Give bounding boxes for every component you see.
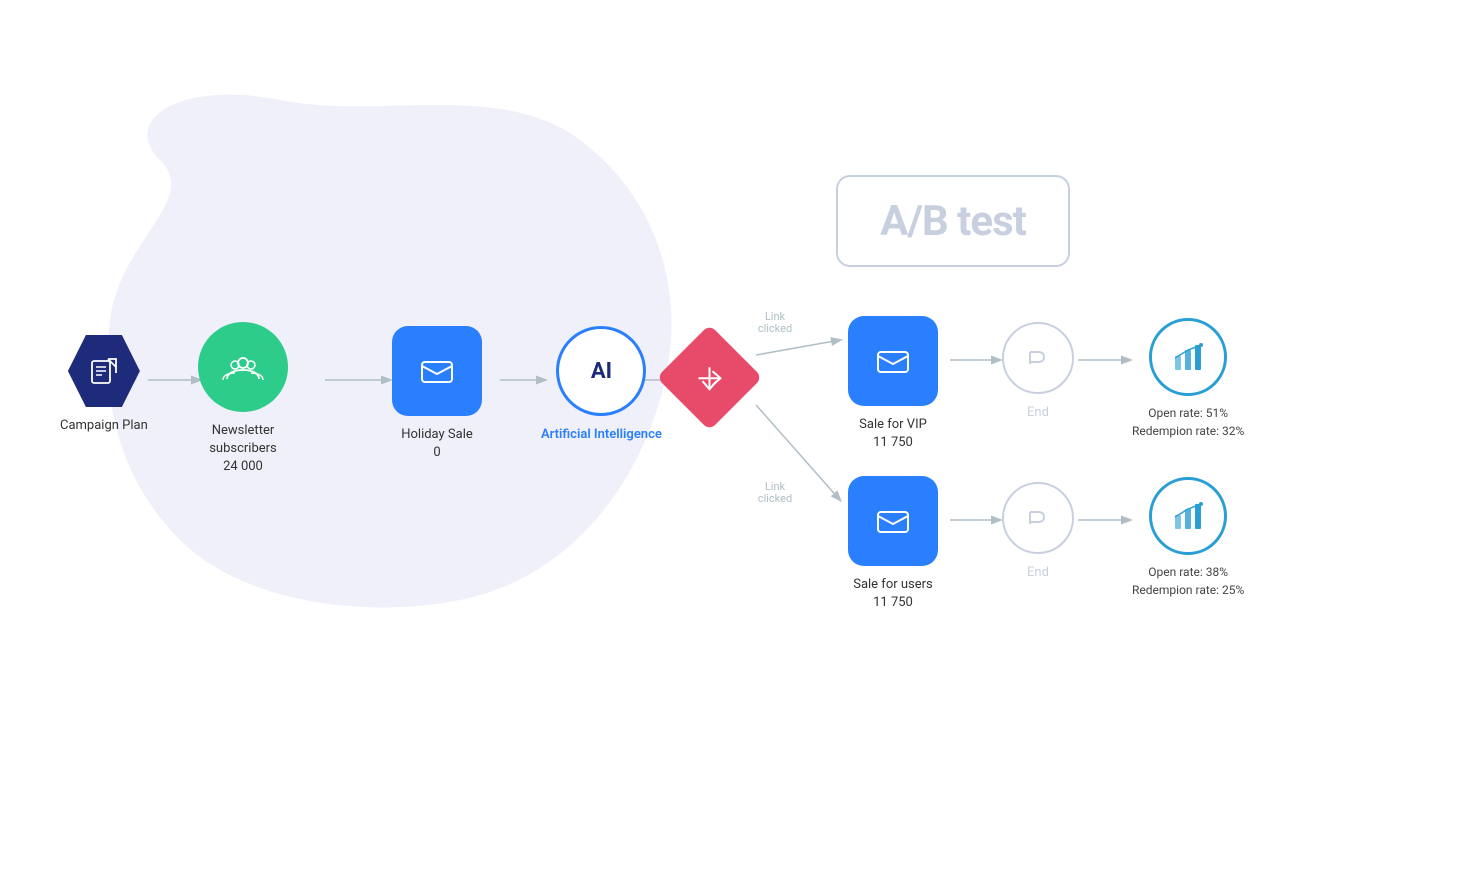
stats-bottom-icon	[1149, 477, 1227, 555]
end-bottom-label: End	[1027, 564, 1049, 582]
sale-users-node: Sale for users 11 750	[848, 476, 938, 612]
stats-top-node: Open rate: 51% Redempion rate: 32%	[1132, 318, 1244, 440]
ai-node: AI Artificial Intelligence	[541, 326, 662, 444]
newsletter-node: Newsletter subscribers 24 000	[198, 322, 288, 477]
end-top-label: End	[1027, 404, 1049, 422]
campaign-plan-node: Campaign Plan	[60, 335, 148, 435]
holiday-sale-icon	[392, 326, 482, 416]
newsletter-label: Newsletter subscribers 24 000	[209, 422, 277, 477]
end-bottom-node: End	[1002, 482, 1074, 582]
stats-top-label: Open rate: 51% Redempion rate: 32%	[1132, 404, 1244, 440]
splitter-node	[672, 340, 747, 415]
campaign-plan-label: Campaign Plan	[60, 417, 148, 435]
sale-vip-icon	[848, 316, 938, 406]
sale-vip-node: Sale for VIP 11 750	[848, 316, 938, 452]
ai-icon: AI	[556, 326, 646, 416]
holiday-sale-node: Holiday Sale 0	[392, 326, 482, 462]
end-top-node: End	[1002, 322, 1074, 422]
newsletter-icon	[198, 322, 288, 412]
splitter-icon	[656, 324, 762, 430]
flow-canvas: Campaign Plan Newsletter subscribers 24 …	[0, 0, 1472, 880]
end-bottom-icon	[1002, 482, 1074, 554]
holiday-sale-label: Holiday Sale 0	[401, 426, 473, 462]
campaign-plan-icon	[68, 335, 140, 407]
sale-users-icon	[848, 476, 938, 566]
ai-sublabel: Artificial Intelligence	[541, 426, 662, 444]
sale-vip-label: Sale for VIP 11 750	[859, 416, 927, 452]
sale-users-label: Sale for users 11 750	[853, 576, 933, 612]
end-top-icon	[1002, 322, 1074, 394]
stats-top-icon	[1149, 318, 1227, 396]
stats-bottom-node: Open rate: 38% Redempion rate: 25%	[1132, 477, 1244, 599]
stats-bottom-label: Open rate: 38% Redempion rate: 25%	[1132, 563, 1244, 599]
